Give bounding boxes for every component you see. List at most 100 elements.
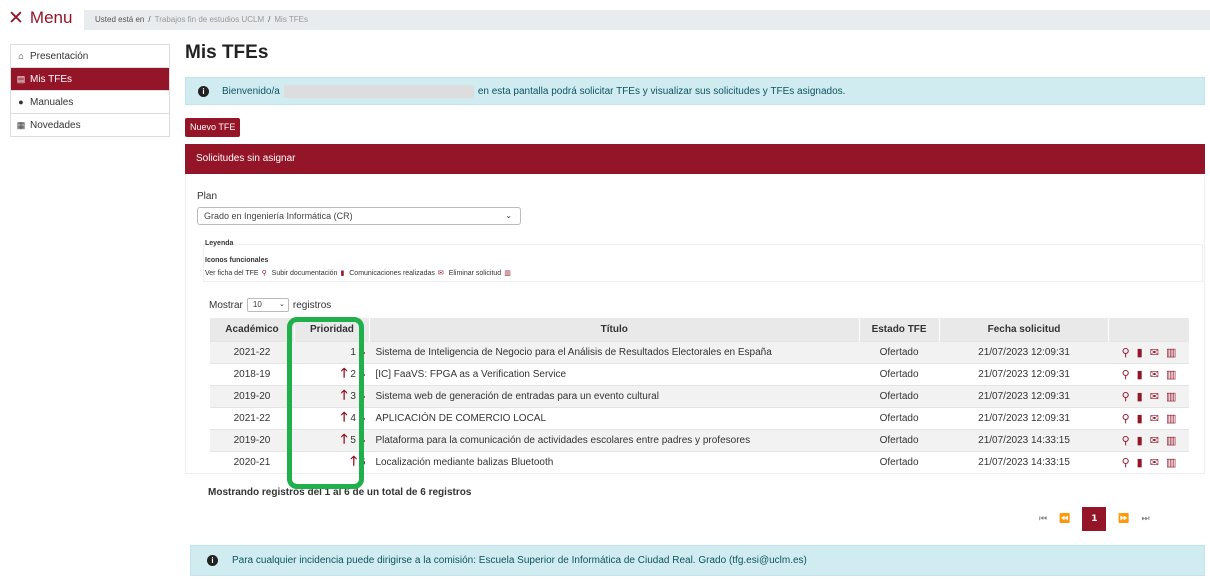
cell-academico: 2020-21 xyxy=(209,450,295,473)
search-icon[interactable]: ⚲ xyxy=(1122,368,1130,381)
document-icon[interactable]: ▮ xyxy=(1137,434,1143,447)
search-icon[interactable]: ⚲ xyxy=(1122,346,1130,359)
priority-value: 5 xyxy=(350,435,356,446)
cell-estado: Ofertado xyxy=(859,406,940,429)
sidebar-item-presentacion[interactable]: ⌂ Presentación xyxy=(11,45,169,68)
trash-icon[interactable]: ▥ xyxy=(1166,434,1176,447)
move-down-arrow-icon[interactable]: 🡓 xyxy=(359,387,366,402)
cell-estado: Ofertado xyxy=(859,384,940,407)
move-up-arrow-icon[interactable]: 🡑 xyxy=(341,365,348,380)
cell-prioridad: 🡑 5 🡓 xyxy=(294,428,370,451)
cell-fecha: 21/07/2023 12:09:31 xyxy=(939,384,1109,407)
info-icon: i xyxy=(207,555,218,566)
footer-info-alert: i Para cualquier incidencia puede dirigi… xyxy=(190,545,1205,576)
chevron-down-icon: ⌄ xyxy=(505,211,512,220)
trash-icon[interactable]: ▥ xyxy=(1166,412,1176,425)
menu-toggle-button[interactable]: ✕ Menu xyxy=(8,8,72,28)
move-up-arrow-icon[interactable]: 🡑 xyxy=(341,409,348,424)
next-page-icon[interactable]: ⏩ xyxy=(1118,514,1129,524)
cell-estado: Ofertado xyxy=(859,428,940,451)
cell-academico: 2019-20 xyxy=(209,428,295,451)
last-page-icon[interactable]: ⏭ xyxy=(1142,514,1150,524)
envelope-icon[interactable]: ✉ xyxy=(1150,346,1159,359)
sidebar-item-mis-tfes[interactable]: ▤ Mis TFEs xyxy=(11,68,169,91)
sidebar-item-manuales[interactable]: ● Manuales xyxy=(11,91,169,114)
legend-subtitle: Iconos funcionales xyxy=(205,257,269,264)
sidebar-item-novedades[interactable]: ▦ Novedades xyxy=(11,114,169,137)
trash-icon[interactable]: ▥ xyxy=(1166,346,1176,359)
move-up-arrow-icon[interactable]: 🡑 xyxy=(341,431,348,446)
column-header[interactable]: Fecha solicitud xyxy=(938,318,1109,341)
welcome-suffix: en esta pantalla podrá solicitar TFEs y … xyxy=(477,85,846,97)
search-icon[interactable]: ⚲ xyxy=(1122,412,1130,425)
info-icon: i xyxy=(198,85,209,97)
search-icon[interactable]: ⚲ xyxy=(1122,456,1130,469)
footer-info-text: Para cualquier incidencia puede dirigirs… xyxy=(232,555,807,566)
table-row: 2018-19 🡑 2 🡓 [IC] FaaVS: FPGA as a Verifi… xyxy=(209,362,1189,385)
trash-icon[interactable]: ▥ xyxy=(1166,456,1176,469)
priority-value: 4 xyxy=(350,413,356,424)
move-up-arrow-icon[interactable]: 🡑 xyxy=(341,387,348,402)
cell-fecha: 21/07/2023 14:33:15 xyxy=(939,450,1109,473)
column-header[interactable]: Prioridad xyxy=(293,318,370,341)
file-icon: ▤ xyxy=(16,73,26,84)
document-icon[interactable]: ▮ xyxy=(1137,456,1143,469)
breadcrumb-current: Mis TFEs xyxy=(274,15,309,24)
column-header[interactable]: Estado TFE xyxy=(858,318,940,341)
document-icon[interactable]: ▮ xyxy=(1137,412,1143,425)
envelope-icon[interactable]: ✉ xyxy=(1150,368,1159,381)
priority-value: 6 xyxy=(359,457,366,469)
new-tfe-button[interactable]: Nuevo TFE xyxy=(185,118,241,137)
sidebar-item-label: Manuales xyxy=(30,96,74,108)
move-down-arrow-icon[interactable]: 🡓 xyxy=(359,409,366,424)
show-prefix: Mostrar xyxy=(209,299,243,311)
previous-page-icon[interactable]: ⏪ xyxy=(1059,514,1070,524)
top-bar: ✕ Menu Usted está en / Trabajos fin de est… xyxy=(0,0,1210,40)
chevron-down-icon: ⌄ xyxy=(279,301,285,308)
trash-icon[interactable]: ▥ xyxy=(1166,368,1176,381)
move-down-arrow-icon[interactable]: 🡓 xyxy=(359,365,366,380)
cell-actions: ⚲ ▮ ✉ ▥ xyxy=(1108,450,1189,473)
cell-titulo: Sistema web de generación de entradas pa… xyxy=(369,384,860,407)
envelope-icon[interactable]: ✉ xyxy=(1150,434,1159,447)
legend-title: Leyenda xyxy=(205,240,236,247)
cell-academico: 2019-20 xyxy=(209,384,295,407)
cell-actions: ⚲ ▮ ✉ ▥ xyxy=(1108,428,1189,451)
cell-prioridad: 🡑 2 🡓 xyxy=(294,362,370,385)
move-up-arrow-icon[interactable]: 🡑 xyxy=(350,453,357,468)
search-icon[interactable]: ⚲ xyxy=(1122,390,1130,403)
breadcrumb-link-tfe[interactable]: Trabajos fin de estudios UCLM xyxy=(155,15,265,24)
plan-select[interactable]: Grado en Ingeniería Informática (CR) ⌄ xyxy=(197,207,521,225)
envelope-icon[interactable]: ✉ xyxy=(1150,412,1159,425)
cell-prioridad: 🡑 4 🡓 xyxy=(294,406,370,429)
table-summary: Mostrando registros del 1 al 6 de un tot… xyxy=(208,487,472,498)
search-icon[interactable]: ⚲ xyxy=(1122,434,1130,447)
column-header[interactable]: Académico xyxy=(209,318,295,341)
envelope-icon[interactable]: ✉ xyxy=(1150,390,1159,403)
trash-icon[interactable]: ▥ xyxy=(1166,390,1176,403)
document-icon[interactable]: ▮ xyxy=(1137,390,1143,403)
page-title: Mis TFEs xyxy=(185,42,269,63)
cell-fecha: 21/07/2023 12:09:31 xyxy=(939,406,1109,429)
cell-academico: 2021-22 xyxy=(209,340,295,363)
document-icon: ▮ xyxy=(340,270,345,277)
envelope-icon[interactable]: ✉ xyxy=(1150,456,1159,469)
page-length-select[interactable]: 10 ⌄ xyxy=(246,298,289,312)
sidebar-item-label: Novedades xyxy=(30,119,81,131)
first-page-icon[interactable]: ⏮ xyxy=(1039,514,1047,524)
cell-estado: Ofertado xyxy=(859,450,940,473)
cell-estado: Ofertado xyxy=(859,340,940,363)
document-icon[interactable]: ▮ xyxy=(1137,346,1143,359)
move-down-arrow-icon[interactable]: 🡓 xyxy=(359,431,366,446)
column-header xyxy=(1108,318,1189,341)
table-header-row: Académico Prioridad Título Estado TFE Fe… xyxy=(209,318,1189,341)
plan-select-value: Grado en Ingeniería Informática (CR) xyxy=(204,211,353,221)
cell-fecha: 21/07/2023 12:09:31 xyxy=(939,340,1109,363)
cell-prioridad: 1 🡓 xyxy=(294,340,370,363)
menu-label: Menu xyxy=(29,8,73,27)
page-button-current[interactable]: 1 xyxy=(1082,507,1107,531)
table-row: 2021-22 1 🡓 Sistema de Inteligencia de Ne… xyxy=(209,340,1189,363)
document-icon[interactable]: ▮ xyxy=(1137,368,1143,381)
move-down-arrow-icon[interactable]: 🡓 xyxy=(359,343,366,358)
column-header[interactable]: Título xyxy=(368,318,860,341)
